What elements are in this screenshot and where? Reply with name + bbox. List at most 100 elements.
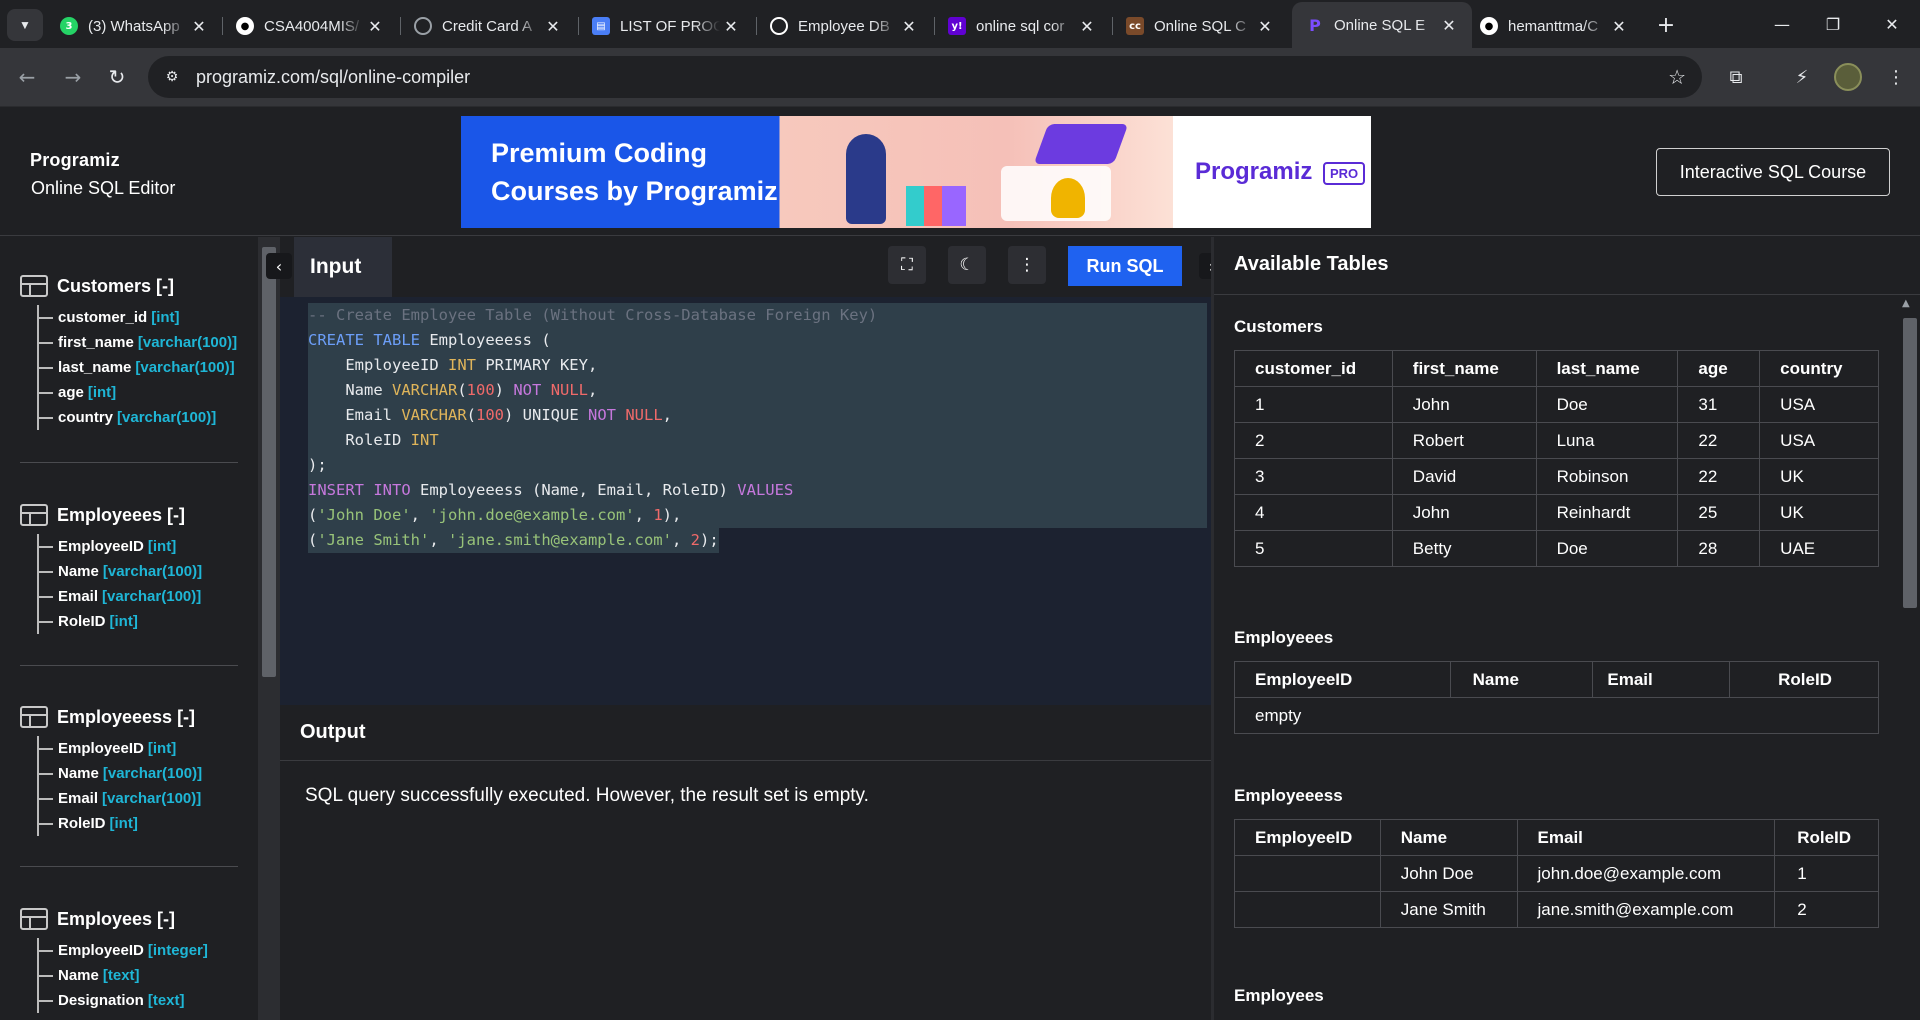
new-tab-button[interactable]: + bbox=[1653, 12, 1679, 38]
table-cell: 4 bbox=[1234, 494, 1393, 531]
column-type: [int] bbox=[109, 815, 138, 832]
column-type: [varchar(100)] bbox=[117, 409, 217, 426]
column-type: [int] bbox=[147, 538, 177, 555]
schema-sidebar: Customers [-] customer_id [int] first_name[… bbox=[0, 237, 258, 1020]
extensions-icon[interactable]: ⧉ bbox=[1722, 63, 1750, 91]
banner-line-2: Courses by Programiz bbox=[491, 176, 778, 206]
browser-tab-active[interactable]: P Online SQL E ✕ bbox=[1292, 2, 1472, 48]
tables-scrollbar-thumb[interactable] bbox=[1903, 318, 1917, 608]
employeeess-table: EmployeeID Name Email RoleID John Doe joh… bbox=[1234, 819, 1879, 928]
banner-line-1: Premium Coding bbox=[491, 138, 708, 168]
table-cell: 5 bbox=[1234, 530, 1393, 567]
table-icon bbox=[20, 275, 48, 297]
browser-tab-2[interactable]: ● CSA4004MIS/ ✕ bbox=[236, 9, 386, 43]
table-cell: 1 bbox=[1234, 386, 1393, 423]
minimize-button[interactable]: — bbox=[1767, 12, 1797, 36]
cc-icon: cc bbox=[1126, 17, 1144, 35]
schema-divider bbox=[20, 665, 238, 666]
browser-tab-1[interactable]: 3 (3) WhatsApp ✕ bbox=[60, 9, 210, 43]
column-name: age bbox=[58, 384, 84, 401]
table-cell: John Doe bbox=[1379, 855, 1518, 892]
schema-table: Employeees [-] EmployeeID [int] Name [varcha… bbox=[20, 502, 238, 634]
browser-tab-6[interactable]: y! online sql cor ✕ bbox=[948, 9, 1098, 43]
restore-button[interactable]: ❐ bbox=[1818, 12, 1848, 36]
collapse-left-button[interactable]: ‹ bbox=[266, 253, 292, 279]
schema-table-header[interactable]: Customers [-] bbox=[20, 273, 238, 299]
forward-button[interactable]: → bbox=[60, 64, 86, 90]
table-cell: UAE bbox=[1759, 530, 1879, 567]
table-cell: 31 bbox=[1677, 386, 1761, 423]
close-tab-icon[interactable]: ✕ bbox=[720, 15, 742, 37]
code-editor[interactable]: -- Create Employee Table (Without Cross-… bbox=[280, 297, 1211, 705]
tab-search-button[interactable]: ▼ bbox=[7, 9, 43, 41]
schema-table-header[interactable]: Employeees [-] bbox=[20, 502, 238, 528]
table-cell: 2 bbox=[1234, 422, 1393, 459]
bookmark-star-icon[interactable]: ☆ bbox=[1668, 65, 1686, 89]
close-tab-icon[interactable]: ✕ bbox=[1076, 15, 1098, 37]
profile-avatar[interactable] bbox=[1834, 63, 1862, 91]
table-cell: 28 bbox=[1677, 530, 1761, 567]
schema-table-name[interactable]: Employees [-] bbox=[57, 909, 175, 930]
table-row: 4 John Reinhardt 25 UK bbox=[1234, 494, 1879, 531]
close-tab-icon[interactable]: ✕ bbox=[1608, 15, 1630, 37]
code-line: EmployeeID INT PRIMARY KEY, bbox=[308, 353, 1207, 378]
programiz-logo[interactable]: Programiz bbox=[30, 150, 120, 171]
browser-tab-4[interactable]: ▤ LIST OF PROG ✕ bbox=[592, 9, 742, 43]
fullscreen-button[interactable]: ⛶ bbox=[888, 246, 926, 284]
table-cell: USA bbox=[1759, 422, 1879, 459]
browser-tab-5[interactable]: Employee DB ✕ bbox=[770, 9, 920, 43]
trophy-illustration bbox=[1051, 178, 1085, 218]
column-header: EmployeeID bbox=[1234, 819, 1381, 856]
schema-column: RoleID [int] bbox=[39, 609, 238, 634]
schema-table-name[interactable]: Customers [-] bbox=[57, 276, 174, 297]
close-tab-icon[interactable]: ✕ bbox=[188, 15, 210, 37]
close-tab-icon[interactable]: ✕ bbox=[364, 15, 386, 37]
interactive-sql-course-button[interactable]: Interactive SQL Course bbox=[1656, 148, 1890, 196]
scroll-up-arrow-icon[interactable]: ▲ bbox=[1902, 298, 1910, 309]
close-tab-icon[interactable]: ✕ bbox=[1254, 15, 1276, 37]
table-cell: 1 bbox=[1774, 855, 1879, 892]
ad-banner[interactable]: Premium Coding Courses by Programiz Prog… bbox=[461, 116, 1371, 228]
banner-brand: Programiz bbox=[1195, 158, 1313, 185]
graduation-cap-illustration bbox=[1033, 124, 1129, 164]
column-name: Designation bbox=[58, 992, 144, 1009]
code-line: RoleID INT bbox=[308, 428, 1207, 453]
column-type: [text] bbox=[147, 992, 185, 1009]
close-tab-icon[interactable]: ✕ bbox=[1438, 14, 1460, 36]
url-text[interactable]: programiz.com/sql/online-compiler bbox=[196, 67, 470, 88]
schema-columns: EmployeeID [integer] Name [text] Designation… bbox=[37, 938, 238, 1013]
column-name: customer_id bbox=[58, 309, 148, 326]
table-row: 1 John Doe 31 USA bbox=[1234, 386, 1879, 423]
close-tab-icon[interactable]: ✕ bbox=[898, 15, 920, 37]
column-type: [varchar(100)] bbox=[137, 334, 238, 351]
column-type: [int] bbox=[87, 384, 117, 401]
chevron-down-icon: ▼ bbox=[19, 18, 31, 32]
browser-tab-3[interactable]: Credit Card A ✕ bbox=[414, 9, 564, 43]
schema-table-name[interactable]: Employeeess [-] bbox=[57, 707, 195, 728]
browser-tab-9[interactable]: ● hemanttma/C ✕ bbox=[1480, 9, 1630, 43]
tab-input[interactable]: Input bbox=[294, 237, 392, 297]
schema-column: country [varchar(100)] bbox=[39, 405, 238, 430]
more-options-button[interactable]: ⋮ bbox=[1008, 246, 1046, 284]
close-tab-icon[interactable]: ✕ bbox=[542, 15, 564, 37]
browser-tab-7[interactable]: cc Online SQL C ✕ bbox=[1126, 9, 1276, 43]
performance-icon[interactable]: ⚡ bbox=[1788, 63, 1816, 91]
doc-icon: ▤ bbox=[592, 17, 610, 35]
schema-scrollbar-thumb[interactable] bbox=[262, 247, 276, 677]
column-name: EmployeeID bbox=[58, 538, 144, 555]
menu-kebab-icon[interactable]: ⋮ bbox=[1882, 63, 1910, 91]
available-tables-title: Available Tables bbox=[1234, 253, 1389, 275]
run-sql-button[interactable]: Run SQL bbox=[1068, 246, 1182, 286]
close-window-button[interactable]: ✕ bbox=[1877, 12, 1907, 36]
theme-toggle-button[interactable]: ☾ bbox=[948, 246, 986, 284]
code-line: ); bbox=[308, 453, 1207, 478]
back-button[interactable]: ← bbox=[14, 64, 40, 90]
address-bar[interactable]: ⚙ programiz.com/sql/online-compiler ☆ bbox=[148, 56, 1702, 98]
schema-table-header[interactable]: Employees [-] bbox=[20, 906, 238, 932]
reload-button[interactable]: ↻ bbox=[104, 64, 130, 90]
schema-table-name[interactable]: Employeees [-] bbox=[57, 505, 185, 526]
github-icon: ● bbox=[236, 17, 254, 35]
globe-icon bbox=[414, 17, 432, 35]
site-info-icon[interactable]: ⚙ bbox=[162, 67, 182, 87]
schema-table-header[interactable]: Employeeess [-] bbox=[20, 704, 238, 730]
